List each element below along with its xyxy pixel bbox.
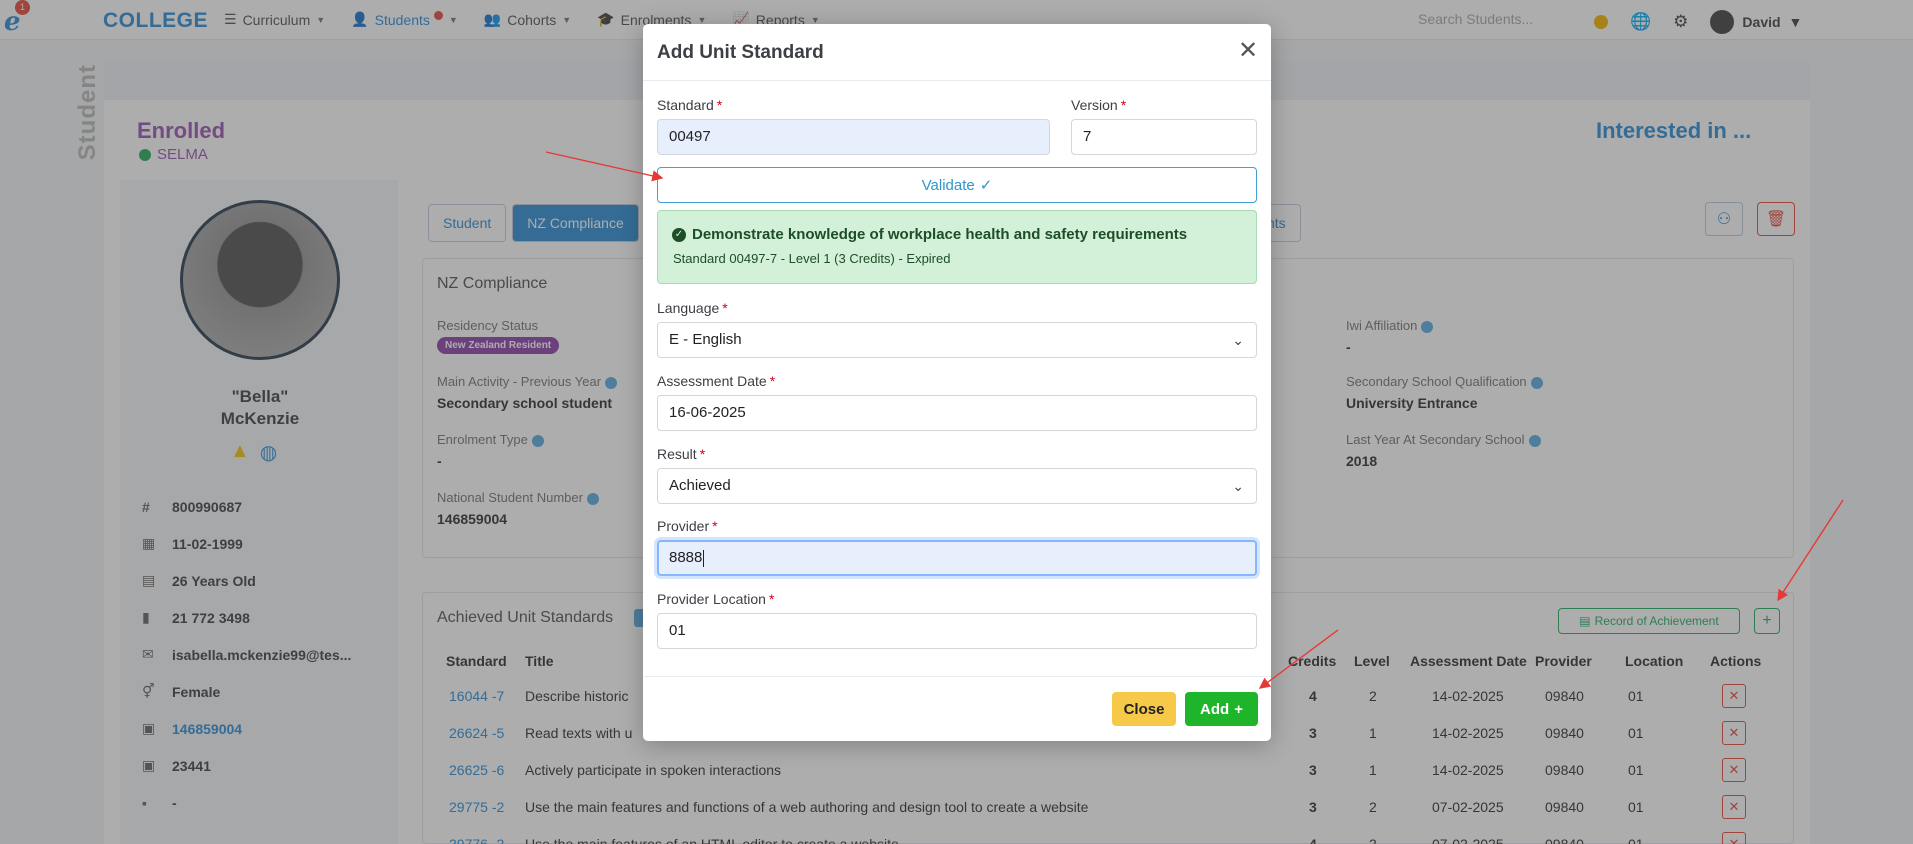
selected-value: Achieved [669,477,731,494]
close-button[interactable]: Close [1112,692,1176,726]
result-select[interactable]: Achieved ⌄ [657,468,1257,504]
label-text: Version [1071,97,1118,113]
close-icon[interactable]: ✕ [1237,39,1259,63]
label-text: Provider Location [657,591,766,607]
assessment-date-input[interactable]: 16-06-2025 [657,395,1257,431]
required-marker: * [722,300,728,316]
button-label: Validate [921,176,975,194]
language-select[interactable]: E - English ⌄ [657,322,1257,358]
selected-value: E - English [669,331,742,348]
validation-title-text: Demonstrate knowledge of workplace healt… [692,226,1188,243]
assessment-date-label: Assessment Date * [657,373,775,389]
required-marker: * [699,446,706,462]
chevron-down-icon: ⌄ [1232,332,1244,348]
text-cursor [703,549,705,567]
modal-title: Add Unit Standard [657,42,824,63]
provider-input[interactable]: 8888 [657,540,1257,576]
required-marker: * [716,97,723,113]
label-text: Standard [657,97,714,113]
validate-button[interactable]: Validate ✓ [657,167,1257,203]
label-text: Result [657,446,697,462]
required-marker: * [1120,97,1127,113]
modal-header: Add Unit Standard ✕ [643,24,1271,81]
chevron-down-icon: ⌄ [1232,478,1244,494]
label-text: Language [657,300,720,316]
provider-location-label: Provider Location * [657,591,774,607]
plus-icon: + [1234,700,1243,718]
label-text: Provider [657,518,710,534]
validation-result-alert: ✓ Demonstrate knowledge of workplace heal… [657,210,1257,284]
button-label: Add [1200,700,1230,718]
check-circle-icon: ✓ [672,227,686,242]
input-value: 8888 [669,549,703,566]
check-icon: ✓ [979,177,993,194]
required-marker: * [712,518,718,534]
provider-location-input[interactable]: 01 [657,613,1257,649]
required-marker: * [769,373,776,389]
standard-label: Standard * [657,97,722,113]
modal-footer [643,676,1271,741]
standard-input[interactable]: 00497 [657,119,1050,155]
add-button[interactable]: Add + [1185,692,1258,726]
label-text: Assessment Date [657,373,767,389]
language-label: Language * [657,300,728,316]
version-label: Version * [1071,97,1126,113]
version-input[interactable]: 7 [1071,119,1257,155]
result-label: Result * [657,446,705,462]
validation-detail: Standard 00497-7 - Level 1 (3 Credits) -… [673,251,951,266]
required-marker: * [768,591,775,607]
validation-title: ✓ Demonstrate knowledge of workplace heal… [672,226,1187,243]
add-unit-standard-modal: Add Unit Standard ✕ Standard * 00497 Vers… [643,24,1271,741]
provider-label: Provider * [657,518,718,534]
